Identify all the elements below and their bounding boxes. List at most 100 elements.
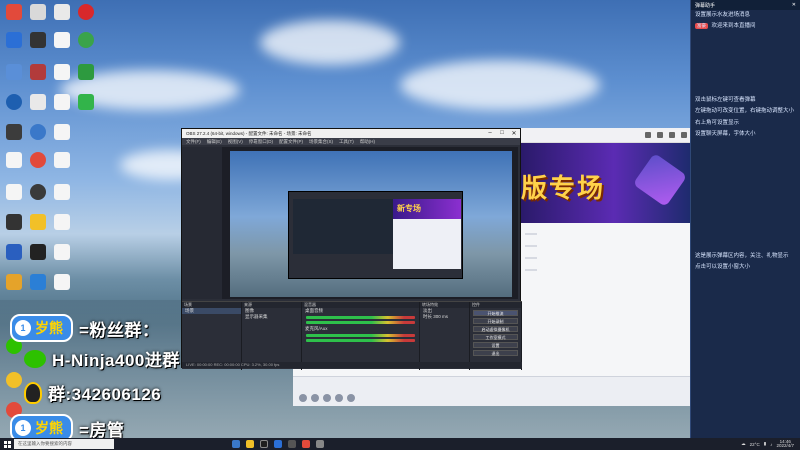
desktop-icon[interactable] [50, 274, 74, 292]
desktop-icon[interactable] [26, 124, 50, 142]
obs-title-bar[interactable]: OBS 27.2.4 (64-bit, windows) - 配置文件: 未命名… [182, 129, 520, 138]
menu-edit[interactable]: 编辑(E) [207, 139, 222, 145]
maximize-icon[interactable]: □ [496, 130, 508, 137]
desktop-icon[interactable] [2, 94, 26, 112]
weather-icon[interactable]: ☁ [741, 441, 746, 447]
folder-icon[interactable] [246, 440, 254, 448]
menu-profile[interactable]: 配置文件(P) [279, 139, 303, 145]
desktop-icon[interactable] [2, 214, 26, 232]
nested-banner: 新专场 [393, 199, 461, 219]
obs-preview[interactable]: 新专场 [222, 147, 518, 299]
image-icon[interactable] [335, 394, 343, 402]
desktop-icon[interactable] [50, 64, 74, 82]
panel-message: 左键拖动可改变位置，右键拖动调整大小 [695, 108, 795, 115]
badge-level: 1 [15, 320, 31, 336]
content-line [525, 245, 537, 247]
menu-tools[interactable]: 工具(T) [339, 139, 354, 145]
emoji-icon[interactable] [311, 394, 319, 402]
desktop-icon[interactable] [26, 64, 50, 82]
desktop-icon[interactable] [50, 124, 74, 142]
gift-icon[interactable] [323, 394, 331, 402]
app-icon[interactable] [302, 440, 310, 448]
admin-label: =房管 [79, 420, 125, 440]
scene-item[interactable]: 场景 [182, 308, 241, 314]
volume-slider[interactable] [306, 321, 415, 324]
desktop-icon[interactable] [26, 214, 50, 232]
desktop-icon[interactable] [74, 4, 98, 22]
start-button[interactable] [0, 438, 14, 450]
desktop-icon[interactable] [50, 152, 74, 170]
desktop-icon[interactable] [2, 244, 26, 262]
duration-label: 时长 [423, 314, 432, 319]
menu-file[interactable]: 文件(F) [186, 139, 201, 145]
start-streaming-button[interactable]: 开始推流 [473, 310, 518, 316]
desktop-icon[interactable] [50, 244, 74, 262]
desktop-icon[interactable] [26, 184, 50, 202]
avatar[interactable] [299, 394, 307, 402]
obs-window[interactable]: OBS 27.2.4 (64-bit, windows) - 配置文件: 未命名… [181, 128, 522, 370]
desktop-icon[interactable] [74, 32, 98, 50]
settings-icon[interactable] [681, 132, 687, 138]
menu-docks[interactable]: 停靠窗口(D) [249, 139, 273, 145]
desktop-icon[interactable] [2, 64, 26, 82]
taskbar-search[interactable]: 在这里输入你要搜索的内容 [14, 439, 114, 449]
promo-banner[interactable]: 版专场 [521, 143, 690, 223]
rank-chip: 富豪 [695, 23, 708, 30]
desktop-icon[interactable] [2, 152, 26, 170]
obs-status-bar: LIVE: 00:00:00 REC: 00:00:00 CPU: 3.2%, … [182, 362, 522, 368]
desktop-icon[interactable] [50, 214, 74, 232]
favorite-icon[interactable] [669, 132, 675, 138]
desktop-icon[interactable] [50, 4, 74, 22]
panel-message: 右上角可设置显示 [695, 119, 740, 126]
app-icon[interactable] [316, 440, 324, 448]
desktop-icon[interactable] [74, 64, 98, 82]
app-icon[interactable] [232, 440, 240, 448]
menu-help[interactable]: 帮助(H) [360, 139, 375, 145]
network-icon[interactable]: ▮ [764, 441, 766, 447]
menu-scene-collection[interactable]: 场景集合(S) [309, 139, 333, 145]
desktop-icon[interactable] [74, 94, 98, 112]
virtual-camera-button[interactable]: 启动虚拟摄像机 [473, 326, 518, 332]
desktop-icon[interactable] [26, 244, 50, 262]
source-item[interactable]: 显示器采集 [242, 314, 301, 320]
exit-button[interactable]: 退出 [473, 350, 518, 356]
desktop-icon[interactable] [26, 94, 50, 112]
desktop-icon[interactable] [26, 32, 50, 50]
duration-input[interactable]: 300 ms [433, 314, 448, 319]
banner-title: 版专场 [521, 173, 606, 203]
desktop-icon[interactable] [2, 4, 26, 22]
desktop-icon[interactable] [26, 274, 50, 292]
clock[interactable]: 14:46 2022/4/7 [776, 439, 794, 449]
minimize-icon[interactable]: – [484, 130, 496, 137]
close-icon[interactable]: ✕ [792, 2, 796, 8]
desktop-icon[interactable] [50, 94, 74, 112]
obs-icon[interactable] [288, 440, 296, 448]
desktop-icon[interactable] [50, 32, 74, 50]
volume-icon[interactable]: ♪ [770, 442, 772, 447]
desktop-icon[interactable] [2, 274, 26, 292]
start-recording-button[interactable]: 开始录制 [473, 318, 518, 324]
volume-slider[interactable] [306, 339, 415, 342]
wechat-icon [24, 349, 46, 368]
home-icon[interactable] [657, 132, 663, 138]
desktop-icon[interactable] [26, 4, 50, 22]
desktop-icon[interactable] [2, 32, 26, 50]
browser-window: 版专场 [521, 128, 690, 403]
controls-dock: 控件 开始推流 开始录制 启动虚拟摄像机 工作室模式 设置 退出 [470, 302, 522, 370]
qq-icon [24, 381, 42, 404]
desktop-icon[interactable] [2, 124, 26, 142]
mixer-dock: 混音器 桌面音频 麦克风/Aux [302, 302, 420, 370]
window-title: OBS 27.2.4 (64-bit, windows) - 配置文件: 未命名… [186, 130, 312, 136]
more-icon[interactable] [347, 394, 355, 402]
app-icon[interactable] [274, 440, 282, 448]
content-line [525, 233, 537, 235]
close-icon[interactable]: ✕ [508, 130, 520, 137]
menu-view[interactable]: 视图(V) [228, 139, 243, 145]
steam-icon[interactable] [260, 440, 268, 448]
share-icon[interactable] [645, 132, 651, 138]
desktop-icon[interactable] [2, 184, 26, 202]
settings-button[interactable]: 设置 [473, 342, 518, 348]
desktop-icon[interactable] [26, 152, 50, 170]
studio-mode-button[interactable]: 工作室模式 [473, 334, 518, 340]
desktop-icon[interactable] [50, 184, 74, 202]
